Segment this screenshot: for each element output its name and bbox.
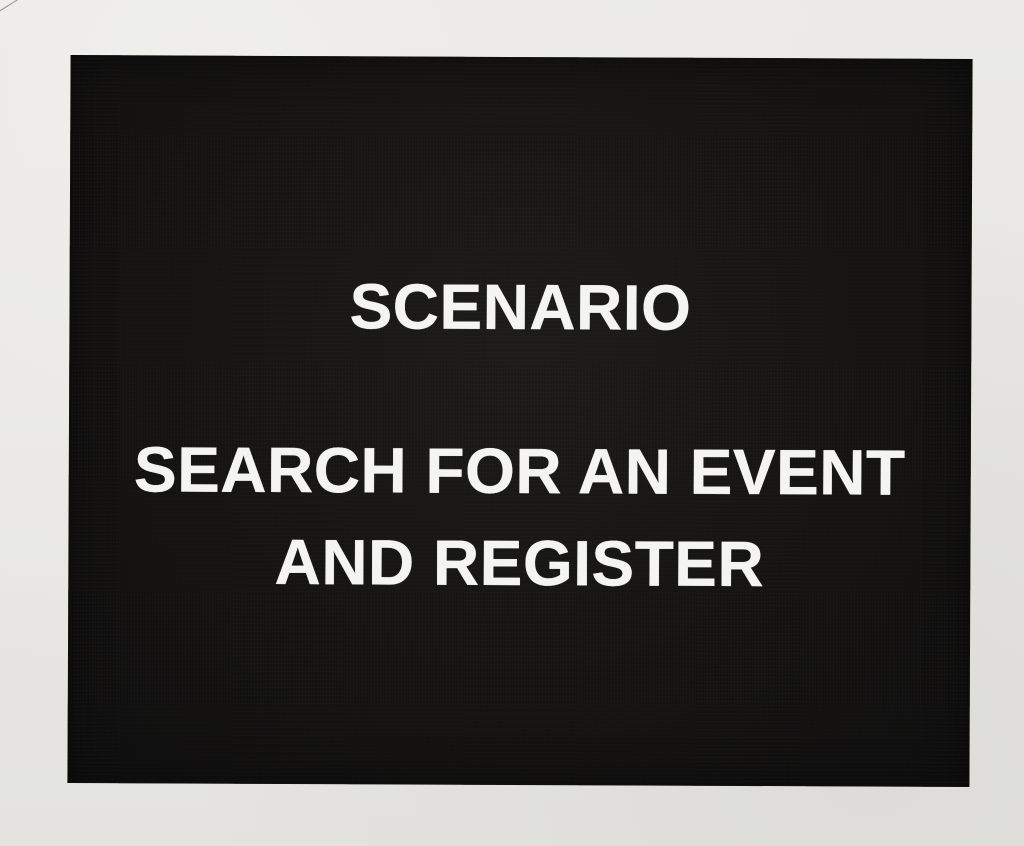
scenario-task-line-2: AND REGISTER <box>274 525 765 601</box>
panel-print-texture <box>67 55 973 787</box>
corner-pencil-mark <box>0 0 29 15</box>
scenario-sign-panel: SCENARIO SEARCH FOR AN EVENT AND REGISTE… <box>67 55 973 787</box>
scenario-task: SEARCH FOR AN EVENT AND REGISTER <box>68 423 971 611</box>
scenario-heading: SCENARIO <box>349 270 692 344</box>
paper-background: SCENARIO SEARCH FOR AN EVENT AND REGISTE… <box>0 0 1024 846</box>
scenario-task-line-1: SEARCH FOR AN EVENT <box>133 433 906 509</box>
